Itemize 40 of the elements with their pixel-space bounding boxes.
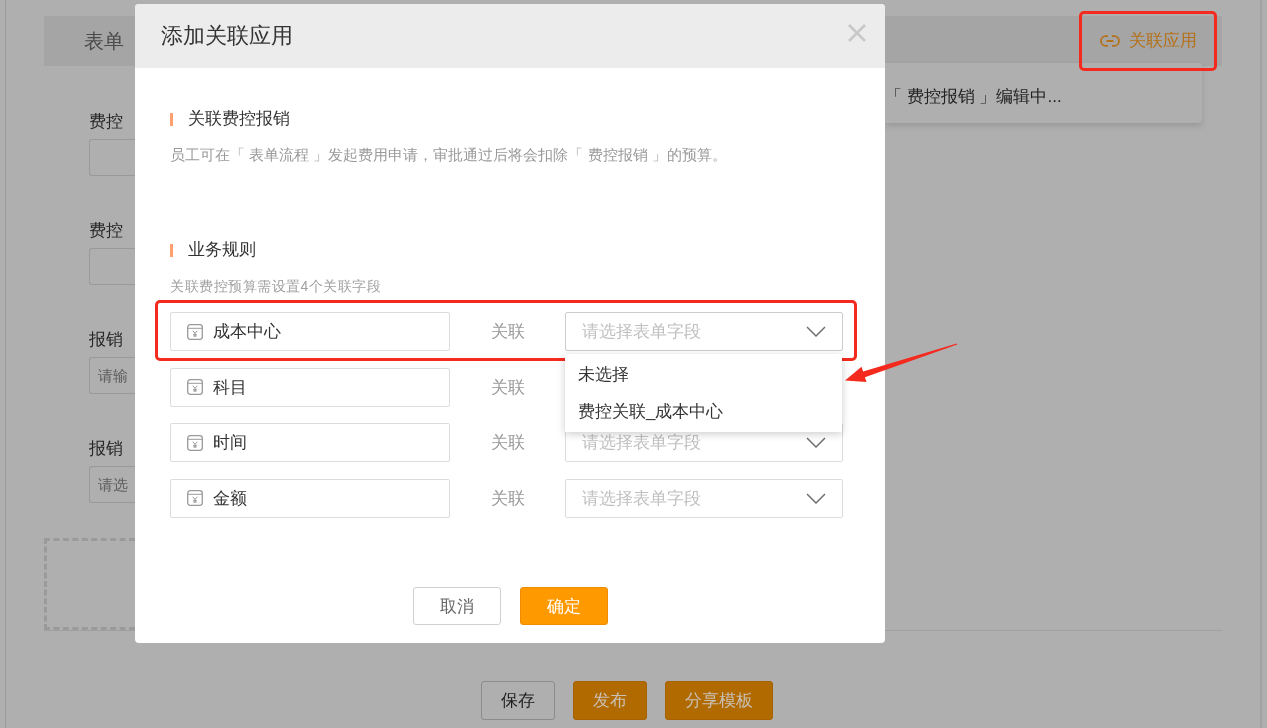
hint-text: 关联费控预算需设置4个关联字段 [170, 277, 382, 295]
field-label: 费控 [89, 220, 124, 242]
select-field[interactable]: 请选择表单字段 [565, 423, 843, 462]
select-field[interactable]: 请选择表单字段 [565, 312, 843, 351]
dialog-button[interactable]: 确定 [519, 587, 608, 625]
action-button[interactable]: 保存 [480, 681, 555, 720]
field-label: 报销 [89, 329, 124, 351]
dropdown-option[interactable]: 未选择 [565, 356, 842, 393]
section-description: 员工可在「 表单流程 」发起费用申请，审批通过后将会扣除「 费控报销 」的预算。 [170, 145, 727, 165]
page-title: 表单 [84, 29, 124, 54]
action-button[interactable]: 发布 [572, 681, 647, 720]
accent-bar-icon [170, 243, 173, 257]
relation-label: 关联 [490, 487, 525, 510]
yen-box-icon [187, 490, 203, 506]
yen-box-icon [187, 434, 203, 451]
status-text: 「 费控报销 」编辑中... [885, 86, 1062, 108]
field-label: 报销 [89, 438, 124, 460]
accent-bar-icon [170, 112, 173, 126]
dialog-button[interactable]: 取消 [412, 587, 501, 625]
section-title: 关联费控报销 [188, 108, 290, 130]
field-tag-label: 成本中心 [213, 321, 281, 343]
close-icon[interactable] [848, 24, 866, 42]
yen-box-icon [187, 323, 203, 340]
section-title: 业务规则 [188, 239, 256, 261]
select-field[interactable]: 请选择表单字段 [565, 478, 843, 518]
field-tag-label: 金额 [213, 487, 247, 510]
dialog-title: 添加关联应用 [161, 22, 293, 50]
link-icon [1100, 35, 1120, 47]
field-tag-label: 科目 [213, 376, 247, 399]
chevron-down-icon [806, 492, 826, 504]
relation-label: 关联 [490, 432, 525, 454]
field-label: 费控 [89, 111, 124, 133]
relation-label: 关联 [490, 321, 525, 343]
yen-box-icon [187, 379, 203, 395]
related-app-link[interactable]: 关联应用 [1100, 30, 1197, 52]
chevron-down-icon [806, 437, 826, 448]
action-button[interactable]: 分享模板 [664, 681, 773, 720]
relation-label: 关联 [490, 376, 525, 399]
field-tag-label: 时间 [213, 432, 247, 454]
chevron-down-icon [806, 326, 826, 337]
